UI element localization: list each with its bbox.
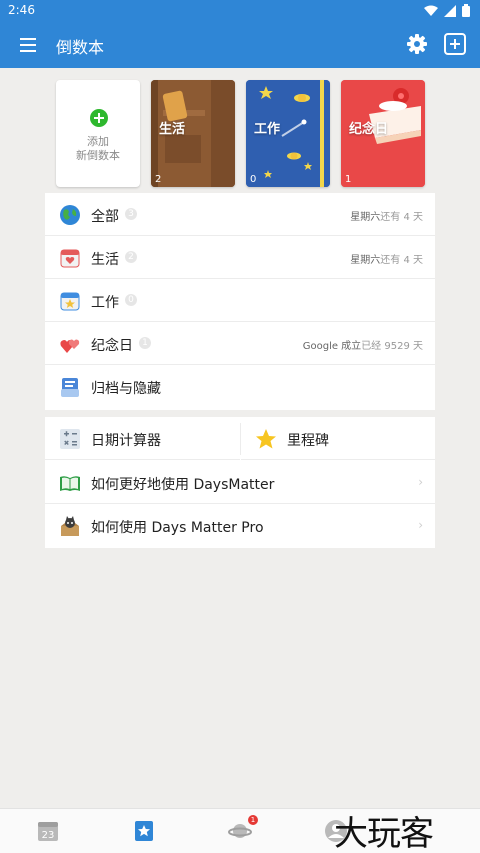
app-bar: 倒数本 xyxy=(0,22,480,68)
nav-calendar[interactable]: 23 xyxy=(36,819,60,843)
count-badge: 1 xyxy=(139,337,151,349)
status-bar: 2:46 xyxy=(0,0,480,22)
chevron-right-icon: › xyxy=(418,518,423,532)
calculator-icon xyxy=(60,429,80,449)
archive-icon xyxy=(61,378,79,397)
book-life-label: 生活 xyxy=(159,122,186,137)
notification-badge: 1 xyxy=(248,815,258,825)
book-life-count: 2 xyxy=(155,174,162,185)
menu-icon[interactable] xyxy=(18,34,40,56)
watermark: 大玩客 xyxy=(334,814,434,853)
add-new-book-label: 添加 新倒数本 xyxy=(76,135,120,162)
calendar-icon: 23 xyxy=(38,822,58,841)
list-item-life[interactable]: 生活 2 星期六还有 4 天 xyxy=(45,236,435,279)
category-list: 全部 3 星期六还有 4 天 生活 2 星期六还有 4 天 工作 0 纪念日 1… xyxy=(45,193,435,410)
tools-card: 日期计算器 里程碑 如何更好地使用 DaysMatter › 如何使用 Days… xyxy=(45,417,435,548)
calendar-star-icon xyxy=(60,292,80,311)
book-shelf: 添加 新倒数本 生活 2 工作 0 纪念日 1 xyxy=(56,80,436,188)
pro-guide-link[interactable]: 如何使用 Days Matter Pro › xyxy=(45,504,435,547)
svg-text:23: 23 xyxy=(42,830,55,841)
add-book-icon[interactable] xyxy=(443,32,467,56)
book-work[interactable]: 工作 0 xyxy=(246,80,330,187)
wifi-icon xyxy=(424,5,438,16)
plus-icon xyxy=(90,109,108,127)
status-time: 2:46 xyxy=(8,3,35,17)
book-anniversary-label: 纪念日 xyxy=(349,122,389,137)
list-item-all[interactable]: 全部 3 星期六还有 4 天 xyxy=(45,193,435,236)
gear-icon[interactable] xyxy=(405,32,429,56)
milestone-button[interactable]: 里程碑 xyxy=(241,417,435,460)
book-life[interactable]: 生活 2 xyxy=(151,80,235,187)
star-icon xyxy=(256,429,276,449)
calendar-heart-icon xyxy=(60,249,80,268)
book-anniversary-count: 1 xyxy=(345,174,352,185)
battery-icon xyxy=(462,4,470,17)
next-event-info: 星期六还有 4 天 xyxy=(350,212,423,223)
book-work-count: 0 xyxy=(250,174,257,185)
nav-books[interactable] xyxy=(132,819,156,843)
hearts-icon xyxy=(60,339,80,353)
open-book-icon xyxy=(60,476,80,491)
howto-guide-link[interactable]: 如何更好地使用 DaysMatter › xyxy=(45,461,435,504)
cat-box-icon xyxy=(61,516,79,536)
book-anniversary[interactable]: 纪念日 1 xyxy=(341,80,425,187)
list-item-archive[interactable]: 归档与隐藏 xyxy=(45,365,435,408)
count-badge: 0 xyxy=(125,294,137,306)
date-calculator-button[interactable]: 日期计算器 xyxy=(45,417,240,460)
star-book-icon xyxy=(135,821,153,841)
globe-icon xyxy=(60,205,80,225)
count-badge: 3 xyxy=(125,208,137,220)
nav-discover[interactable]: 1 xyxy=(228,815,258,843)
list-item-work[interactable]: 工作 0 xyxy=(45,279,435,322)
status-icons xyxy=(424,4,470,17)
next-event-info: Google 成立已经 9529 天 xyxy=(302,341,423,352)
add-new-book-card[interactable]: 添加 新倒数本 xyxy=(56,80,140,187)
count-badge: 2 xyxy=(125,251,137,263)
book-work-label: 工作 xyxy=(254,122,281,137)
list-item-anniversary[interactable]: 纪念日 1 Google 成立已经 9529 天 xyxy=(45,322,435,365)
signal-icon xyxy=(444,4,456,17)
app-title: 倒数本 xyxy=(56,38,105,57)
chevron-right-icon: › xyxy=(418,475,423,489)
next-event-info: 星期六还有 4 天 xyxy=(350,255,423,266)
